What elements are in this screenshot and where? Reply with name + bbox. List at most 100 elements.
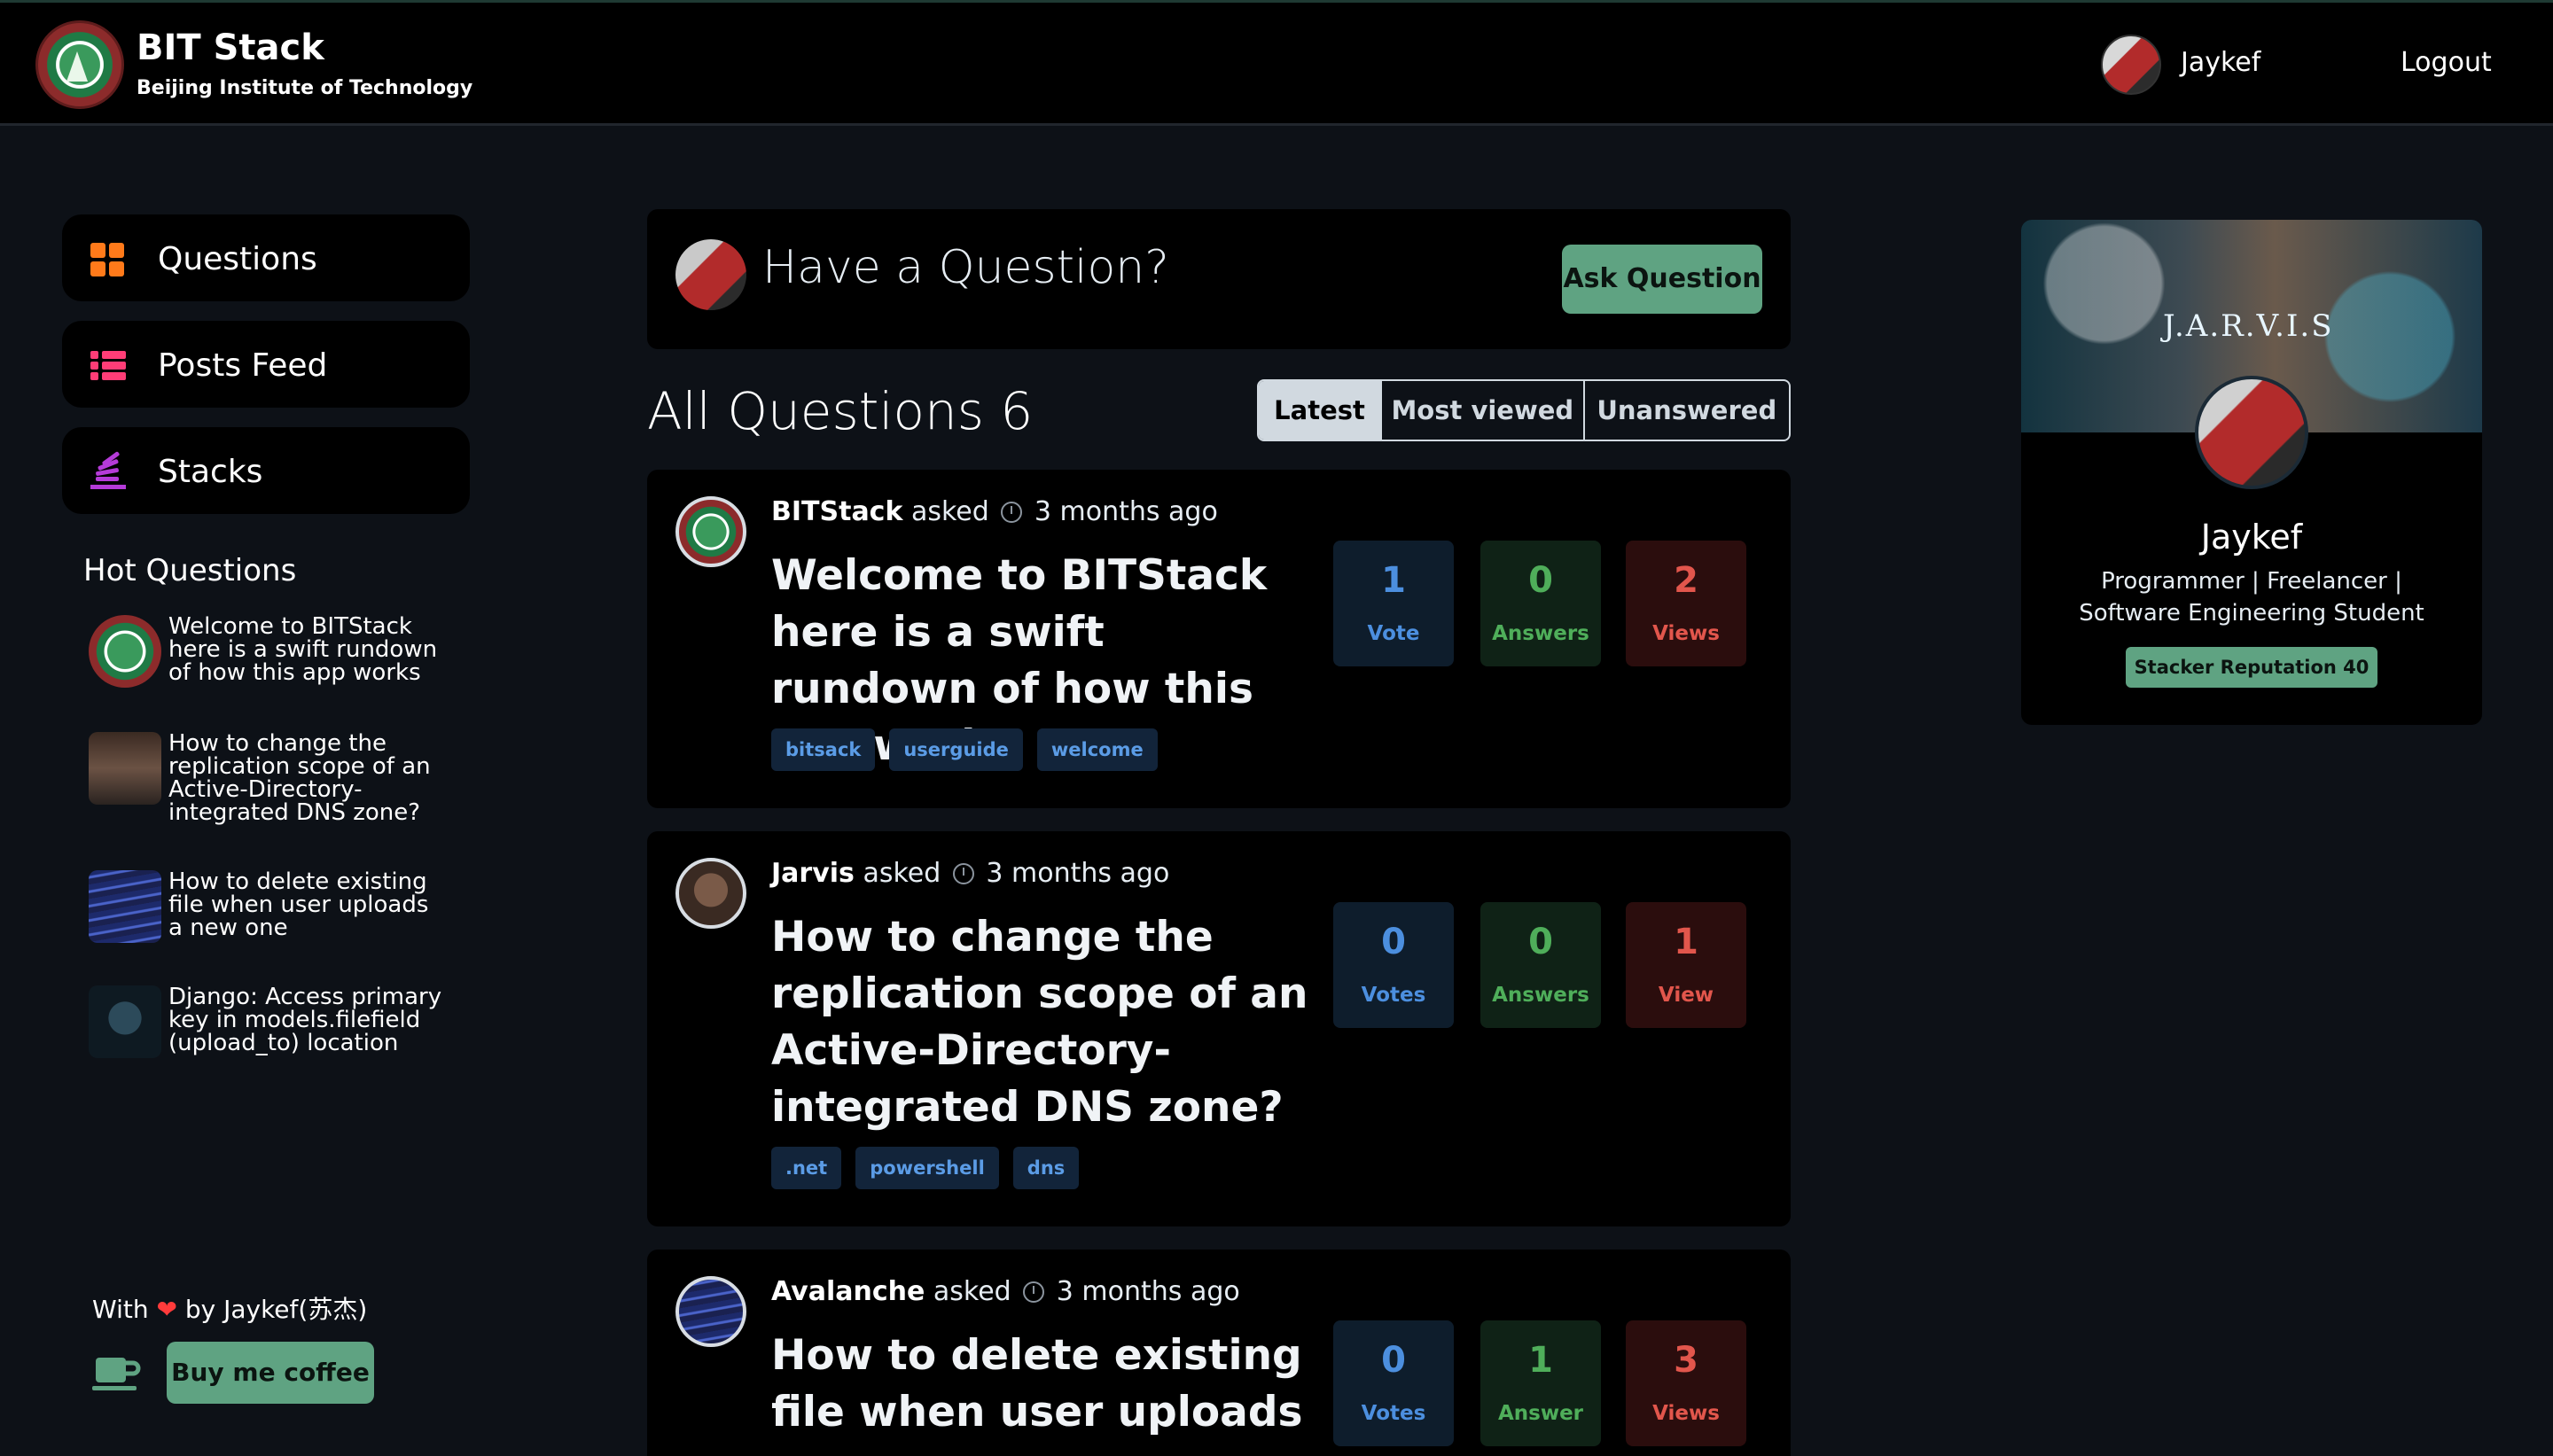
asked-label: asked bbox=[910, 496, 989, 527]
question-time: 3 months ago bbox=[1034, 496, 1218, 527]
grid-icon bbox=[90, 241, 126, 276]
author-name[interactable]: BITStack bbox=[771, 496, 902, 527]
hot-question-thumbnail bbox=[89, 985, 161, 1058]
profile-name[interactable]: Jaykef bbox=[2021, 518, 2482, 557]
views-count: 1 bbox=[1674, 922, 1698, 962]
logout-link[interactable]: Logout bbox=[2401, 47, 2492, 78]
filter-most-viewed[interactable]: Most viewed bbox=[1382, 381, 1585, 440]
ask-question-prompt[interactable]: Have a Question? bbox=[762, 241, 1169, 294]
views-count: 2 bbox=[1674, 560, 1698, 601]
votes-count: 0 bbox=[1381, 922, 1406, 962]
votes-label: Votes bbox=[1361, 984, 1426, 1007]
top-navbar: BIT Stack Beijing Institute of Technolog… bbox=[0, 0, 2553, 126]
hot-question-title[interactable]: How to delete existing file when user up… bbox=[168, 870, 443, 939]
tag[interactable]: welcome bbox=[1036, 728, 1158, 771]
question-meta: Jarvis asked 3 months ago bbox=[771, 858, 1169, 889]
question-tags: bitsack userguide welcome bbox=[771, 728, 1158, 771]
footer-credit: With ❤ by Jaykef(苏杰) bbox=[92, 1290, 367, 1326]
answers-count: 1 bbox=[1528, 1340, 1553, 1381]
views-stat: 2 Views bbox=[1626, 541, 1746, 666]
question-meta: Avalanche asked 3 months ago bbox=[771, 1276, 1240, 1307]
bit-logo[interactable] bbox=[35, 20, 124, 109]
answers-label: Answers bbox=[1492, 622, 1589, 645]
footer-author[interactable]: by Jaykef(苏杰) bbox=[185, 1295, 367, 1324]
heart-icon: ❤ bbox=[156, 1295, 177, 1324]
question-title[interactable]: How to change the replication scope of a… bbox=[771, 909, 1321, 1136]
author-name[interactable]: Jarvis bbox=[771, 858, 855, 889]
question-title[interactable]: How to delete existing file when user up… bbox=[771, 1328, 1321, 1456]
coffee-icon bbox=[92, 1358, 141, 1390]
brand-subtitle: Beijing Institute of Technology bbox=[137, 77, 473, 99]
page-title: All Questions 6 bbox=[647, 381, 1034, 441]
ask-question-button[interactable]: Ask Question bbox=[1562, 245, 1762, 314]
profile-avatar[interactable] bbox=[2195, 376, 2308, 489]
filter-unanswered[interactable]: Unanswered bbox=[1585, 381, 1789, 440]
tag[interactable]: dns bbox=[1012, 1147, 1080, 1189]
views-label: View bbox=[1658, 984, 1714, 1007]
nav-username[interactable]: Jaykef bbox=[2181, 47, 2260, 78]
answers-label: Answer bbox=[1497, 1402, 1584, 1425]
user-avatar[interactable] bbox=[2101, 35, 2161, 95]
hot-question-thumbnail bbox=[89, 732, 161, 805]
tag[interactable]: userguide bbox=[889, 728, 1023, 771]
author-name[interactable]: Avalanche bbox=[771, 1276, 925, 1307]
views-stat: 1 View bbox=[1626, 902, 1746, 1028]
clock-icon bbox=[952, 863, 974, 884]
list-icon bbox=[90, 347, 126, 383]
logo-emblem bbox=[66, 50, 88, 82]
hot-question-thumbnail bbox=[89, 870, 161, 943]
hot-question-title[interactable]: Welcome to BITStack here is a swift rund… bbox=[168, 615, 443, 684]
sidebar-item-posts-feed[interactable]: Posts Feed bbox=[62, 321, 470, 408]
asked-label: asked bbox=[863, 858, 941, 889]
tag[interactable]: bitsack bbox=[771, 728, 876, 771]
author-avatar[interactable] bbox=[675, 858, 746, 929]
sidebar-item-label: Posts Feed bbox=[158, 347, 328, 384]
answers-label: Answers bbox=[1492, 984, 1589, 1007]
hot-question-title[interactable]: Django: Access primary key in models.fil… bbox=[168, 985, 443, 1055]
views-label: Views bbox=[1652, 622, 1720, 645]
tag[interactable]: powershell bbox=[855, 1147, 999, 1189]
stack-icon bbox=[90, 451, 126, 489]
sidebar-item-label: Questions bbox=[158, 241, 317, 277]
footer-with: With bbox=[92, 1295, 149, 1324]
filter-latest[interactable]: Latest bbox=[1259, 381, 1383, 440]
hot-questions-heading: Hot Questions bbox=[83, 553, 297, 588]
profile-card: J.A.R.V.I.S Jaykef Programmer | Freelanc… bbox=[2021, 220, 2482, 725]
question-card: Avalanche asked 3 months ago How to dele… bbox=[647, 1250, 1791, 1456]
votes-label: Votes bbox=[1361, 1402, 1426, 1425]
hot-question-thumbnail bbox=[89, 615, 161, 688]
answers-count: 0 bbox=[1528, 922, 1553, 962]
views-count: 3 bbox=[1674, 1340, 1698, 1381]
banner-text: J.A.R.V.I.S bbox=[2163, 308, 2334, 344]
clock-icon bbox=[1023, 1281, 1045, 1303]
votes-label: Vote bbox=[1367, 622, 1420, 645]
hot-question-title[interactable]: How to change the replication scope of a… bbox=[168, 732, 443, 824]
question-time: 3 months ago bbox=[986, 858, 1170, 889]
answers-stat: 1 Answer bbox=[1480, 1320, 1601, 1446]
votes-stat: 0 Votes bbox=[1333, 902, 1454, 1028]
brand-title[interactable]: BIT Stack bbox=[137, 27, 324, 68]
tag[interactable]: .net bbox=[771, 1147, 842, 1189]
votes-stat: 0 Votes bbox=[1333, 1320, 1454, 1446]
question-time: 3 months ago bbox=[1056, 1276, 1240, 1307]
avatar bbox=[675, 239, 746, 310]
views-label: Views bbox=[1652, 1402, 1720, 1425]
sidebar-item-questions[interactable]: Questions bbox=[62, 214, 470, 301]
votes-stat: 1 Vote bbox=[1333, 541, 1454, 666]
question-meta: BITStack asked 3 months ago bbox=[771, 496, 1218, 527]
ask-question-box: Have a Question? Ask Question bbox=[647, 209, 1791, 349]
author-avatar[interactable] bbox=[675, 496, 746, 567]
buy-me-coffee-button[interactable]: Buy me coffee bbox=[167, 1342, 374, 1404]
asked-label: asked bbox=[933, 1276, 1011, 1307]
question-card: Jarvis asked 3 months ago How to change … bbox=[647, 831, 1791, 1226]
question-card: BITStack asked 3 months ago Welcome to B… bbox=[647, 470, 1791, 808]
answers-stat: 0 Answers bbox=[1480, 902, 1601, 1028]
profile-bio: Programmer | Freelancer | Software Engin… bbox=[2079, 568, 2424, 627]
question-tags: .net powershell dns bbox=[771, 1147, 1080, 1189]
reputation-badge: Stacker Reputation 40 bbox=[2126, 647, 2377, 688]
answers-stat: 0 Answers bbox=[1480, 541, 1601, 666]
author-avatar[interactable] bbox=[675, 1276, 746, 1347]
votes-count: 0 bbox=[1381, 1340, 1406, 1381]
votes-count: 1 bbox=[1381, 560, 1406, 601]
sidebar-item-stacks[interactable]: Stacks bbox=[62, 427, 470, 514]
